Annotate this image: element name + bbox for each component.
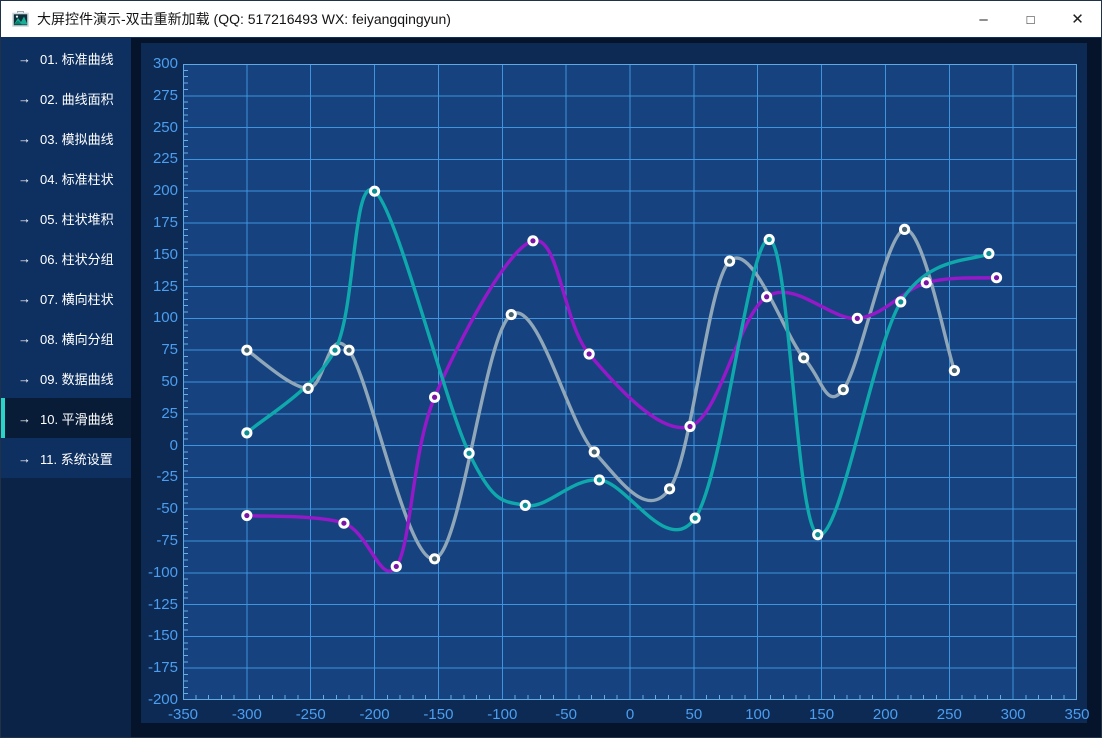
sidebar-item-label: 06. 柱状分组 xyxy=(40,249,114,268)
sidebar-item-label: 10. 平滑曲线 xyxy=(40,409,114,428)
x-tick-label: 100 xyxy=(723,706,793,723)
y-tick-label: -125 xyxy=(141,598,178,612)
y-tick-label: 50 xyxy=(141,375,178,389)
sidebar-item-label: 02. 曲线面积 xyxy=(40,89,114,108)
x-tick-label: 0 xyxy=(595,706,665,723)
arrow-icon: → xyxy=(18,172,31,185)
y-tick-label: 100 xyxy=(141,311,178,325)
x-tick-label: 350 xyxy=(1042,706,1102,723)
minimize-button[interactable]: – xyxy=(960,1,1007,37)
window-title: 大屏控件演示-双击重新加载 (QQ: 517216493 WX: feiyang… xyxy=(37,9,451,29)
y-tick-label: 225 xyxy=(141,152,178,166)
x-tick-label: -250 xyxy=(276,706,346,723)
y-tick-label: 125 xyxy=(141,280,178,294)
y-tick-label: 275 xyxy=(141,89,178,103)
y-tick-label: 25 xyxy=(141,407,178,421)
app-icon xyxy=(12,11,29,28)
y-tick-label: -150 xyxy=(141,629,178,643)
y-tick-label: -50 xyxy=(141,502,178,516)
y-tick-label: 200 xyxy=(141,184,178,198)
sidebar-nav: → 01. 标准曲线 → 02. 曲线面积 → 03. 模拟曲线 → 04. 标准柱状 → 05.… xyxy=(1,38,131,737)
arrow-icon: → xyxy=(18,52,31,65)
sidebar-item-03[interactable]: → 03. 模拟曲线 xyxy=(1,118,131,158)
arrow-icon: → xyxy=(18,412,31,425)
sidebar-item-label: 09. 数据曲线 xyxy=(40,369,114,388)
sidebar-item-06[interactable]: → 06. 柱状分组 xyxy=(1,238,131,278)
sidebar-item-01[interactable]: → 01. 标准曲线 xyxy=(1,38,131,78)
x-tick-label: -150 xyxy=(403,706,473,723)
app-window: 大屏控件演示-双击重新加载 (QQ: 517216493 WX: feiyang… xyxy=(0,0,1102,738)
y-tick-label: 175 xyxy=(141,216,178,230)
maximize-button[interactable]: □ xyxy=(1007,1,1054,37)
arrow-icon: → xyxy=(18,132,31,145)
y-tick-label: 250 xyxy=(141,121,178,135)
y-tick-label: 150 xyxy=(141,248,178,262)
y-tick-label: 75 xyxy=(141,343,178,357)
y-tick-label: -100 xyxy=(141,566,178,580)
arrow-icon: → xyxy=(18,332,31,345)
window-titlebar[interactable]: 大屏控件演示-双击重新加载 (QQ: 517216493 WX: feiyang… xyxy=(1,1,1101,38)
arrow-icon: → xyxy=(18,252,31,265)
smooth-curve-chart[interactable] xyxy=(183,64,1077,700)
sidebar-item-04[interactable]: → 04. 标准柱状 xyxy=(1,158,131,198)
x-tick-label: 50 xyxy=(659,706,729,723)
x-tick-label: -50 xyxy=(531,706,601,723)
selected-accent-bar xyxy=(1,398,5,438)
y-tick-label: 300 xyxy=(141,57,178,71)
close-button[interactable]: ✕ xyxy=(1054,1,1101,37)
sidebar-item-11[interactable]: → 11. 系统设置 xyxy=(1,438,131,478)
arrow-icon: → xyxy=(18,452,31,465)
sidebar-item-label: 07. 横向柱状 xyxy=(40,289,114,308)
y-tick-label: 0 xyxy=(141,439,178,453)
sidebar-item-label: 11. 系统设置 xyxy=(40,449,113,468)
y-tick-label: -25 xyxy=(141,470,178,484)
chart-panel: 3002752502252001751501251007550250-25-50… xyxy=(141,43,1087,723)
sidebar-item-09[interactable]: → 09. 数据曲线 xyxy=(1,358,131,398)
sidebar-item-label: 08. 横向分组 xyxy=(40,329,114,348)
x-tick-label: 250 xyxy=(914,706,984,723)
sidebar-item-07[interactable]: → 07. 横向柱状 xyxy=(1,278,131,318)
sidebar-item-label: 04. 标准柱状 xyxy=(40,169,114,188)
x-tick-label: -100 xyxy=(467,706,537,723)
y-tick-label: -175 xyxy=(141,661,178,675)
sidebar-item-label: 01. 标准曲线 xyxy=(40,49,114,68)
arrow-icon: → xyxy=(18,92,31,105)
arrow-icon: → xyxy=(18,372,31,385)
x-tick-label: 200 xyxy=(850,706,920,723)
x-tick-label: -300 xyxy=(212,706,282,723)
sidebar-item-label: 05. 柱状堆积 xyxy=(40,209,114,228)
sidebar-item-08[interactable]: → 08. 横向分组 xyxy=(1,318,131,358)
sidebar-item-02[interactable]: → 02. 曲线面积 xyxy=(1,78,131,118)
x-tick-label: 300 xyxy=(978,706,1048,723)
y-tick-label: -75 xyxy=(141,534,178,548)
sidebar-item-05[interactable]: → 05. 柱状堆积 xyxy=(1,198,131,238)
y-tick-label: -200 xyxy=(141,693,178,707)
arrow-icon: → xyxy=(18,212,31,225)
sidebar-item-label: 03. 模拟曲线 xyxy=(40,129,114,148)
x-tick-label: -350 xyxy=(148,706,218,723)
x-tick-label: -200 xyxy=(340,706,410,723)
arrow-icon: → xyxy=(18,292,31,305)
sidebar-item-10[interactable]: → 10. 平滑曲线 xyxy=(1,398,131,438)
x-tick-label: 150 xyxy=(787,706,857,723)
window-controls: – □ ✕ xyxy=(960,1,1101,37)
